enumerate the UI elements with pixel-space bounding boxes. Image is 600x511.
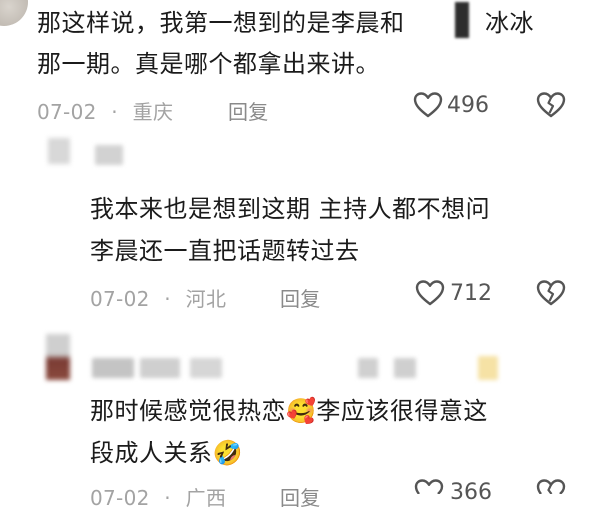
avatar[interactable] bbox=[0, 0, 28, 26]
reply-button[interactable]: 回复 bbox=[280, 283, 321, 312]
redacted-username bbox=[190, 358, 222, 378]
avatar[interactable] bbox=[48, 138, 70, 164]
comment-date: 07-02 bbox=[37, 100, 97, 124]
comment-line: 李应该很得意这 bbox=[316, 397, 488, 425]
comment-location: 重庆 bbox=[132, 100, 174, 124]
comment-meta: 07-02 · 广西 bbox=[90, 486, 227, 510]
broken-heart-icon[interactable] bbox=[536, 91, 566, 119]
avatar[interactable] bbox=[46, 334, 70, 380]
heart-outline-icon[interactable] bbox=[414, 478, 444, 494]
comment-line-fragment: 冰冰 bbox=[485, 9, 534, 37]
redacted-username bbox=[394, 358, 416, 378]
comment-line: 李晨还一直把话题转过去 bbox=[90, 237, 360, 265]
broken-heart-icon[interactable] bbox=[536, 478, 566, 494]
comment-text-3: 那时候感觉很热恋🥰李应该很得意这 bbox=[90, 391, 488, 432]
comment-location: 河北 bbox=[185, 287, 227, 311]
comment-date: 07-02 bbox=[90, 287, 150, 311]
comment-text-2: 我本来也是想到这期 主持人都不想问 bbox=[90, 189, 490, 230]
comment-line: 那时候感觉很热恋 bbox=[90, 397, 286, 425]
comment-date: 07-02 bbox=[90, 486, 150, 510]
redacted-username bbox=[92, 358, 134, 378]
like-count: 712 bbox=[450, 281, 492, 306]
heart-outline-icon[interactable] bbox=[413, 91, 443, 119]
comment-meta: 07-02 · 重庆 bbox=[37, 100, 174, 124]
broken-heart-icon[interactable] bbox=[536, 279, 566, 307]
reply-button[interactable]: 回复 bbox=[280, 482, 321, 511]
reply-button[interactable]: 回复 bbox=[228, 96, 269, 125]
comment-text-1: 那这样说，我第一想到的是李晨和 bbox=[37, 3, 405, 44]
like-count: 366 bbox=[450, 480, 492, 505]
comment-line: 我本来也是想到这期 主持人都不想问 bbox=[90, 195, 491, 223]
like-count: 496 bbox=[447, 93, 489, 118]
redacted-username bbox=[358, 358, 378, 378]
comment-meta: 07-02 · 河北 bbox=[90, 287, 227, 311]
redacted-name bbox=[455, 2, 469, 38]
comment-line: 那一期。真是哪个都拿出来讲。 bbox=[37, 50, 380, 78]
redacted-username bbox=[478, 356, 498, 380]
comment-line: 段成人关系🤣 bbox=[90, 439, 243, 467]
comment-line: 那这样说，我第一想到的是李晨和 bbox=[37, 9, 405, 37]
kissing-face-emoji: 🥰 bbox=[286, 397, 317, 425]
redacted-username bbox=[95, 145, 123, 165]
comment-location: 广西 bbox=[185, 486, 227, 510]
redacted-username bbox=[140, 358, 180, 378]
rolling-laughing-emoji: 🤣 bbox=[212, 439, 243, 467]
heart-outline-icon[interactable] bbox=[415, 279, 445, 307]
